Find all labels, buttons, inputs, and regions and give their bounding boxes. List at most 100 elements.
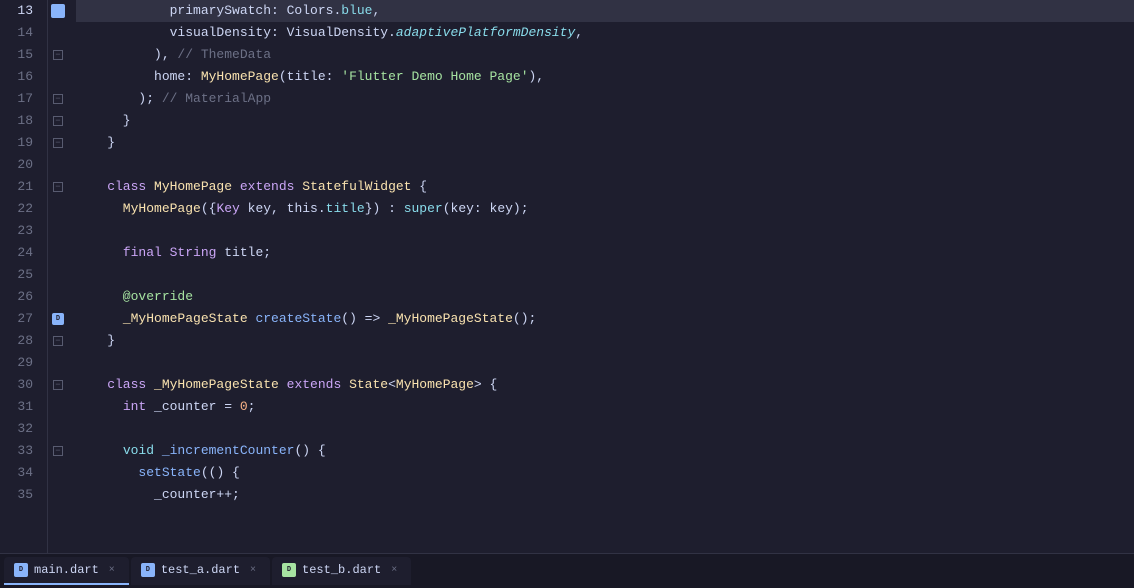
token: @override — [76, 286, 193, 308]
gutter: − − − − − D − − − — [48, 0, 68, 553]
tab-label: main.dart — [34, 563, 99, 577]
line-number: 13 — [0, 0, 39, 22]
code-line: } — [76, 330, 1134, 352]
token: final — [123, 242, 170, 264]
token: () { — [294, 440, 325, 462]
token: _counter++; — [76, 484, 240, 506]
token: { — [419, 176, 427, 198]
line-numbers: 1314151617181920212223242526272829303132… — [0, 0, 48, 553]
token: Key — [216, 198, 239, 220]
line-number: 15 — [0, 44, 39, 66]
line-number: 26 — [0, 286, 39, 308]
token: _MyHomePageState — [154, 374, 287, 396]
gutter-item — [48, 66, 68, 88]
token: , — [575, 22, 583, 44]
line-number: 28 — [0, 330, 39, 352]
fold-icon[interactable]: − — [53, 94, 63, 104]
tab-close-button[interactable]: × — [387, 563, 401, 577]
fold-icon[interactable]: − — [53, 336, 63, 346]
line-number: 27 — [0, 308, 39, 330]
token: // MaterialApp — [162, 88, 271, 110]
code-line: class _MyHomePageState extends State<MyH… — [76, 374, 1134, 396]
token — [76, 242, 123, 264]
token: StatefulWidget — [302, 176, 419, 198]
dart-file-icon: D — [141, 563, 155, 577]
token: _MyHomePageState — [388, 308, 513, 330]
token: ), — [529, 66, 545, 88]
gutter-item — [48, 0, 68, 22]
token: (key: key); — [443, 198, 529, 220]
tab-bar: Dmain.dart×Dtest_a.dart×Dtest_b.dart× — [0, 553, 1134, 588]
line-number: 31 — [0, 396, 39, 418]
line-number: 22 — [0, 198, 39, 220]
token — [76, 462, 138, 484]
token — [76, 440, 123, 462]
line-number: 14 — [0, 22, 39, 44]
tab-test_b[interactable]: Dtest_b.dart× — [272, 557, 411, 585]
token: _MyHomePageState — [123, 308, 256, 330]
gutter-item: − — [48, 88, 68, 110]
code-line — [76, 352, 1134, 374]
token: (); — [513, 308, 536, 330]
gutter-item — [48, 352, 68, 374]
tab-main[interactable]: Dmain.dart× — [4, 557, 129, 585]
token: extends — [287, 374, 349, 396]
line-number: 16 — [0, 66, 39, 88]
tab-close-button[interactable]: × — [246, 563, 260, 577]
token: ; — [248, 396, 256, 418]
fold-icon[interactable]: − — [53, 446, 63, 456]
code-line — [76, 264, 1134, 286]
fold-icon[interactable]: − — [53, 182, 63, 192]
line-number: 32 — [0, 418, 39, 440]
gutter-item — [48, 462, 68, 484]
line-number: 34 — [0, 462, 39, 484]
code-line: @override — [76, 286, 1134, 308]
fold-icon[interactable]: − — [53, 50, 63, 60]
token: adaptivePlatformDensity — [396, 22, 575, 44]
token: home: — [76, 66, 201, 88]
token: class — [76, 374, 154, 396]
token: 'Flutter Demo Home Page' — [341, 66, 528, 88]
fold-icon[interactable]: − — [53, 380, 63, 390]
token: super — [404, 198, 443, 220]
token: createState — [255, 308, 341, 330]
gutter-item: − — [48, 374, 68, 396]
token: > { — [474, 374, 497, 396]
breakpoint-icon — [51, 4, 65, 18]
code-line: home: MyHomePage(title: 'Flutter Demo Ho… — [76, 66, 1134, 88]
token: title; — [224, 242, 271, 264]
code-line: int _counter = 0; — [76, 396, 1134, 418]
token: key, this. — [240, 198, 326, 220]
fold-icon[interactable]: − — [53, 138, 63, 148]
debug-marker: D — [48, 308, 68, 330]
line-number: 23 — [0, 220, 39, 242]
code-container: 1314151617181920212223242526272829303132… — [0, 0, 1134, 553]
code-line: _MyHomePageState createState() => _MyHom… — [76, 308, 1134, 330]
fold-icon[interactable]: − — [53, 116, 63, 126]
token: } — [76, 330, 115, 352]
gutter-item — [48, 198, 68, 220]
tab-close-button[interactable]: × — [105, 563, 119, 577]
line-number: 25 — [0, 264, 39, 286]
line-number: 35 — [0, 484, 39, 506]
token: (() { — [201, 462, 240, 484]
code-line: void _incrementCounter() { — [76, 440, 1134, 462]
code-line — [76, 154, 1134, 176]
token — [76, 308, 123, 330]
editor-area: 1314151617181920212223242526272829303132… — [0, 0, 1134, 588]
gutter-item — [48, 484, 68, 506]
tab-test_a[interactable]: Dtest_a.dart× — [131, 557, 270, 585]
token: () => — [341, 308, 388, 330]
gutter-item: − — [48, 330, 68, 352]
token — [76, 396, 123, 418]
token: 0 — [240, 396, 248, 418]
gutter-item: − — [48, 440, 68, 462]
line-number: 30 — [0, 374, 39, 396]
line-number: 24 — [0, 242, 39, 264]
token: void — [123, 440, 162, 462]
line-number: 17 — [0, 88, 39, 110]
code-line: class MyHomePage extends StatefulWidget … — [76, 176, 1134, 198]
gutter-item — [48, 264, 68, 286]
line-number: 18 — [0, 110, 39, 132]
gutter-item — [48, 22, 68, 44]
